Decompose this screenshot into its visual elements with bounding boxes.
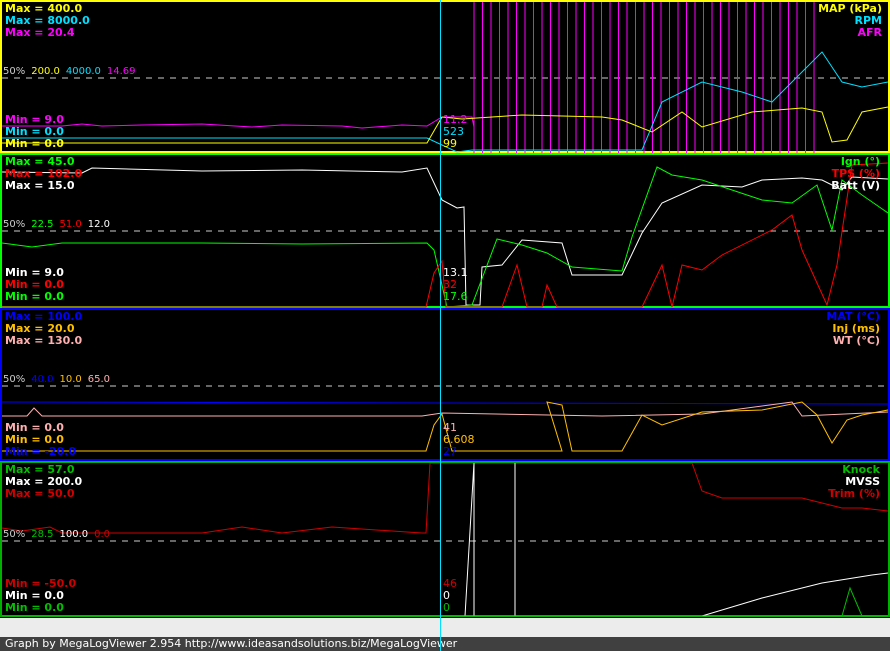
cursor-value: 0: [443, 601, 450, 614]
midline-label: 50%: [3, 66, 26, 77]
max-label: Max = 15.0: [5, 179, 75, 192]
max-label: Max = 50.0: [5, 487, 75, 500]
channel-name[interactable]: Trim (%): [828, 488, 880, 500]
min-label: Min = 0.0: [5, 601, 64, 614]
trim-trace: [2, 463, 888, 534]
min-label: Min = 0.0: [5, 290, 64, 303]
cursor-value: 27: [443, 445, 457, 458]
afr-spikes: [473, 2, 815, 153]
midline-label: 50%: [3, 219, 26, 230]
min-label: Min = 0.0: [5, 137, 64, 150]
afr-trace: [2, 116, 475, 129]
midline-label: 50%: [3, 374, 26, 385]
cursor-value: 99: [443, 137, 457, 150]
mid-value: 0.0: [94, 529, 111, 540]
mid-value: 100.0: [59, 529, 89, 540]
mat-trace: [2, 401, 888, 405]
cursor-value: 17.6: [443, 290, 468, 303]
midline-label: 50%: [3, 529, 26, 540]
time-cursor[interactable]: [440, 0, 441, 651]
scroll-area[interactable]: [0, 618, 890, 637]
channel-name[interactable]: AFR: [858, 27, 883, 39]
max-label: Max = 130.0: [5, 334, 83, 347]
channel-name[interactable]: WT (°C): [833, 335, 880, 347]
mid-value: 28.5: [31, 529, 54, 540]
mid-value: 51.0: [59, 219, 82, 230]
mid-value: 200.0: [31, 66, 60, 77]
max-label: Max = 20.4: [5, 26, 75, 39]
mid-value: 12.0: [87, 219, 111, 230]
mvss-trace: [464, 463, 888, 617]
mid-value: 22.5: [31, 219, 54, 230]
mid-value: 14.69: [106, 66, 136, 77]
min-label: Min = -20.0: [5, 445, 77, 458]
channel-name[interactable]: Batt (V): [831, 180, 880, 192]
mid-value: 40.0: [31, 374, 54, 385]
footer-credit: Graph by MegaLogViewer 2.954 http://www.…: [0, 637, 890, 651]
mid-value: 10.0: [59, 374, 82, 385]
mid-value: 4000.0: [65, 66, 101, 77]
mid-value: 65.0: [87, 374, 111, 385]
